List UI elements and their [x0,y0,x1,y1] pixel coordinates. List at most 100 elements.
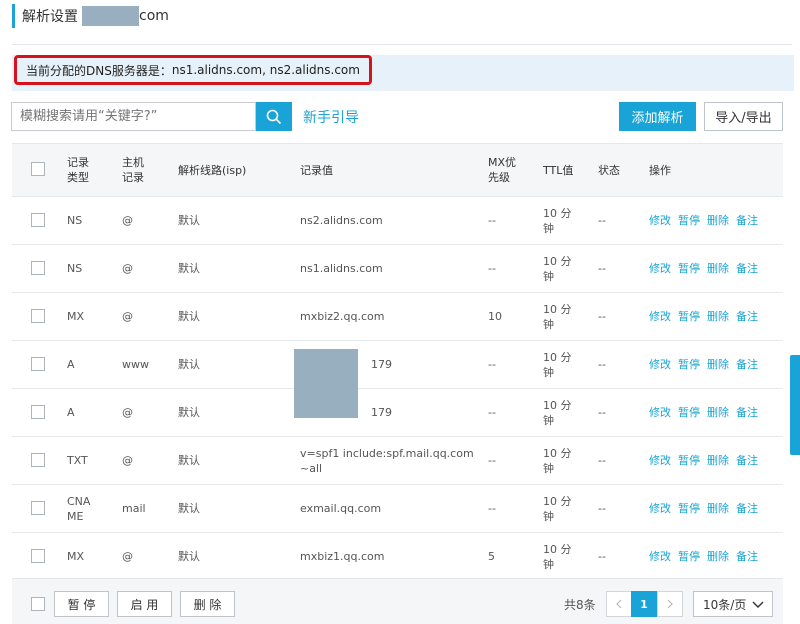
edit-link[interactable]: 修改 [649,309,671,324]
edit-link[interactable]: 修改 [649,549,671,564]
header-status: 状态 [598,163,620,177]
redacted-domain [82,6,139,26]
header-type: 记录 类型 [67,156,89,184]
delete-link[interactable]: 删除 [707,261,729,276]
chevron-down-icon [752,601,764,608]
delete-link[interactable]: 删除 [707,453,729,468]
pause-link[interactable]: 暂停 [678,405,700,420]
record-value: v=spf1 include:spf.mail.qq.com ~all [300,446,474,475]
delete-link[interactable]: 删除 [707,357,729,372]
table-row: MX @ 默认 mxbiz1.qq.com 5 10 分钟 -- 修改 暂停 删… [12,533,783,581]
record-type: NS [67,214,83,227]
record-mx: -- [488,214,496,227]
record-mx: -- [488,262,496,275]
note-link[interactable]: 备注 [736,501,758,516]
record-line: 默认 [178,406,200,419]
record-ttl: 10 分钟 [543,494,572,523]
record-mx: 10 [488,310,502,323]
row-checkbox[interactable] [31,452,45,467]
record-actions: 修改 暂停 删除 备注 [649,245,789,292]
delete-link[interactable]: 删除 [707,309,729,324]
table-row: NS @ 默认 ns2.alidns.com -- 10 分钟 -- 修改 暂停… [12,197,783,245]
record-ttl: 10 分钟 [543,542,572,571]
bulk-pause-button[interactable]: 暂 停 [54,591,109,617]
record-mx: 5 [488,550,495,563]
note-link[interactable]: 备注 [736,453,758,468]
edit-link[interactable]: 修改 [649,501,671,516]
select-all-checkbox[interactable] [31,162,45,176]
pause-link[interactable]: 暂停 [678,501,700,516]
record-type: A [67,358,75,371]
edit-link[interactable]: 修改 [649,213,671,228]
row-checkbox[interactable] [31,356,45,371]
row-checkbox[interactable] [31,500,45,515]
feedback-side-tab[interactable] [790,355,800,455]
record-type: MX [67,310,85,323]
note-link[interactable]: 备注 [736,213,758,228]
edit-link[interactable]: 修改 [649,261,671,276]
bulk-delete-button[interactable]: 删 除 [180,591,235,617]
edit-link[interactable]: 修改 [649,453,671,468]
record-line: 默认 [178,454,200,467]
note-link[interactable]: 备注 [736,261,758,276]
record-mx: -- [488,358,496,371]
pause-link[interactable]: 暂停 [678,453,700,468]
note-link[interactable]: 备注 [736,309,758,324]
search-button[interactable] [256,102,292,131]
record-line: 默认 [178,502,200,515]
record-type: CNA ME [67,494,91,523]
prev-page-button[interactable] [606,591,632,617]
record-type: TXT [67,454,88,467]
note-link[interactable]: 备注 [736,405,758,420]
record-line: 默认 [178,262,200,275]
delete-link[interactable]: 删除 [707,405,729,420]
beginner-guide-link[interactable]: 新手引导 [303,104,359,130]
pause-link[interactable]: 暂停 [678,549,700,564]
footer-select-all-checkbox[interactable] [31,597,45,611]
search-input[interactable] [11,102,256,131]
record-status: -- [598,454,606,467]
header-divider [12,44,792,45]
next-page-button[interactable] [657,591,683,617]
record-actions: 修改 暂停 删除 备注 [649,197,789,244]
record-status: -- [598,550,606,563]
record-actions: 修改 暂停 删除 备注 [649,533,789,580]
edit-link[interactable]: 修改 [649,405,671,420]
add-record-button[interactable]: 添加解析 [619,102,696,131]
row-checkbox[interactable] [31,212,45,227]
record-status: -- [598,214,606,227]
record-line: 默认 [178,214,200,227]
dns-record-table: 记录 类型 主机 记录 解析线路(isp) 记录值 MX优 先级 TTL值 状态 操作… [12,143,783,581]
page-size-select[interactable]: 10条/页 [693,591,773,617]
row-checkbox[interactable] [31,548,45,563]
edit-link[interactable]: 修改 [649,357,671,372]
note-link[interactable]: 备注 [736,357,758,372]
delete-link[interactable]: 删除 [707,501,729,516]
table-row: A @ 默认 179 -- 10 分钟 -- 修改 暂停 删除 备注 [12,389,783,437]
row-checkbox[interactable] [31,404,45,419]
row-checkbox[interactable] [31,308,45,323]
record-mx: -- [488,502,496,515]
row-checkbox[interactable] [31,260,45,275]
page-1-button[interactable]: 1 [631,591,657,617]
import-export-button[interactable]: 导入/导出 [704,102,783,131]
record-value: ns2.alidns.com [300,214,383,227]
pause-link[interactable]: 暂停 [678,213,700,228]
record-ttl: 10 分钟 [543,350,572,379]
note-link[interactable]: 备注 [736,549,758,564]
record-host: mail [122,502,146,515]
pause-link[interactable]: 暂停 [678,357,700,372]
record-ttl: 10 分钟 [543,398,572,427]
pause-link[interactable]: 暂停 [678,309,700,324]
record-value: ns1.alidns.com [300,262,383,275]
header-host: 主机 记录 [122,156,144,184]
bulk-enable-button[interactable]: 启 用 [117,591,172,617]
table-row: A www 默认 179 -- 10 分钟 -- 修改 暂停 删除 备注 [12,341,783,389]
record-actions: 修改 暂停 删除 备注 [649,293,789,340]
delete-link[interactable]: 删除 [707,549,729,564]
delete-link[interactable]: 删除 [707,213,729,228]
header-ttl: TTL值 [543,163,574,177]
pause-link[interactable]: 暂停 [678,261,700,276]
record-host: @ [122,310,133,323]
chevron-right-icon [667,599,673,609]
